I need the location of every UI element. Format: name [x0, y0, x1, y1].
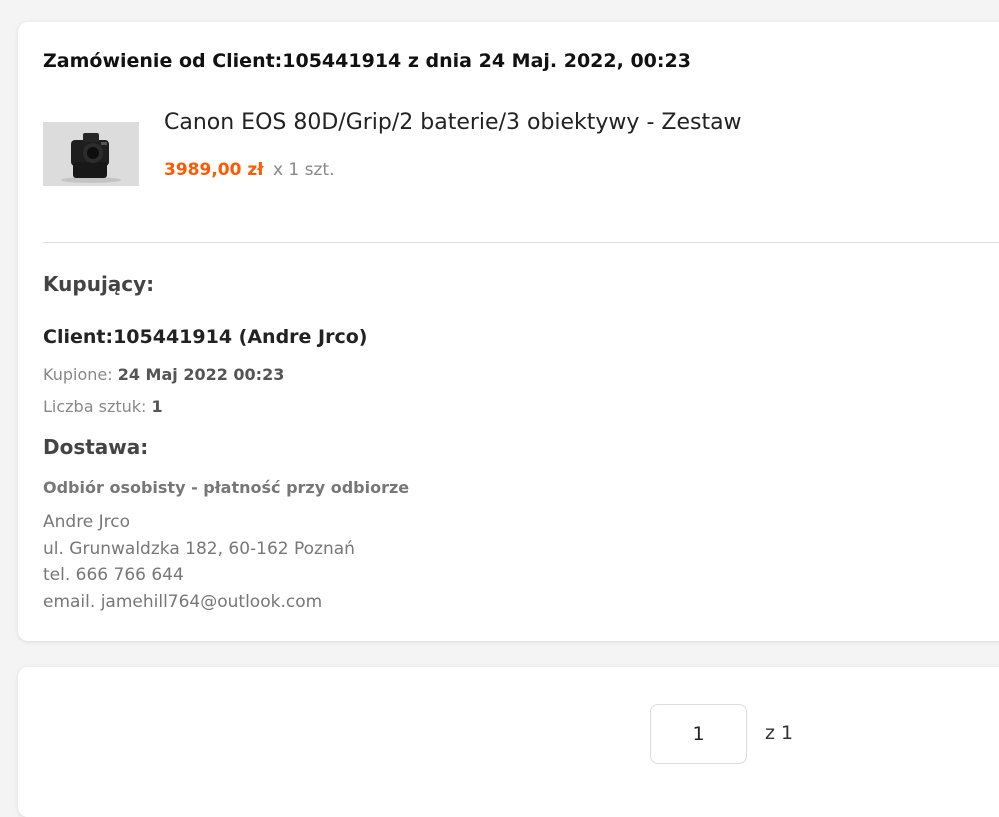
address-email: email. jamehill764@outlook.com	[43, 591, 323, 612]
buyer-name: Client:105441914 (Andre Jrco)	[43, 326, 368, 348]
address-name: Andre Jrco	[43, 512, 131, 532]
product-thumbnail[interactable]	[43, 122, 139, 186]
order-title: Zamówienie od Client:105441914 z dnia 24…	[43, 50, 691, 72]
product-price: 3989,00 zł	[164, 160, 264, 180]
buyer-heading: Kupujący:	[43, 272, 155, 296]
section-divider	[43, 242, 999, 243]
count-label: Liczba sztuk:	[43, 397, 147, 416]
bought-date: Kupione: 24 Maj 2022 00:23	[43, 365, 284, 384]
address-street: ul. Grunwaldzka 182, 60-162 Poznań	[43, 538, 355, 559]
page-total: z 1	[765, 722, 794, 744]
camera-icon	[43, 122, 139, 186]
product-quantity: x 1 szt.	[272, 160, 335, 180]
pagination-card: z 1	[18, 667, 999, 817]
price-line: 3989,00 zł x 1 szt.	[164, 160, 335, 180]
bought-value: 24 Maj 2022 00:23	[117, 365, 285, 384]
bought-label: Kupione:	[43, 365, 113, 384]
count-value: 1	[151, 397, 163, 416]
item-count: Liczba sztuk: 1	[43, 397, 163, 416]
delivery-method: Odbiór osobisty - płatność przy odbiorze	[43, 478, 410, 497]
product-name[interactable]: Canon EOS 80D/Grip/2 baterie/3 obiektywy…	[164, 110, 742, 135]
delivery-heading: Dostawa:	[43, 435, 149, 459]
delivery-address: Andre Jrco ul. Grunwaldzka 182, 60-162 P…	[43, 509, 355, 615]
order-card: Zamówienie od Client:105441914 z dnia 24…	[18, 22, 999, 641]
page-number-input[interactable]	[650, 704, 747, 764]
address-phone: tel. 666 766 644	[43, 565, 184, 585]
